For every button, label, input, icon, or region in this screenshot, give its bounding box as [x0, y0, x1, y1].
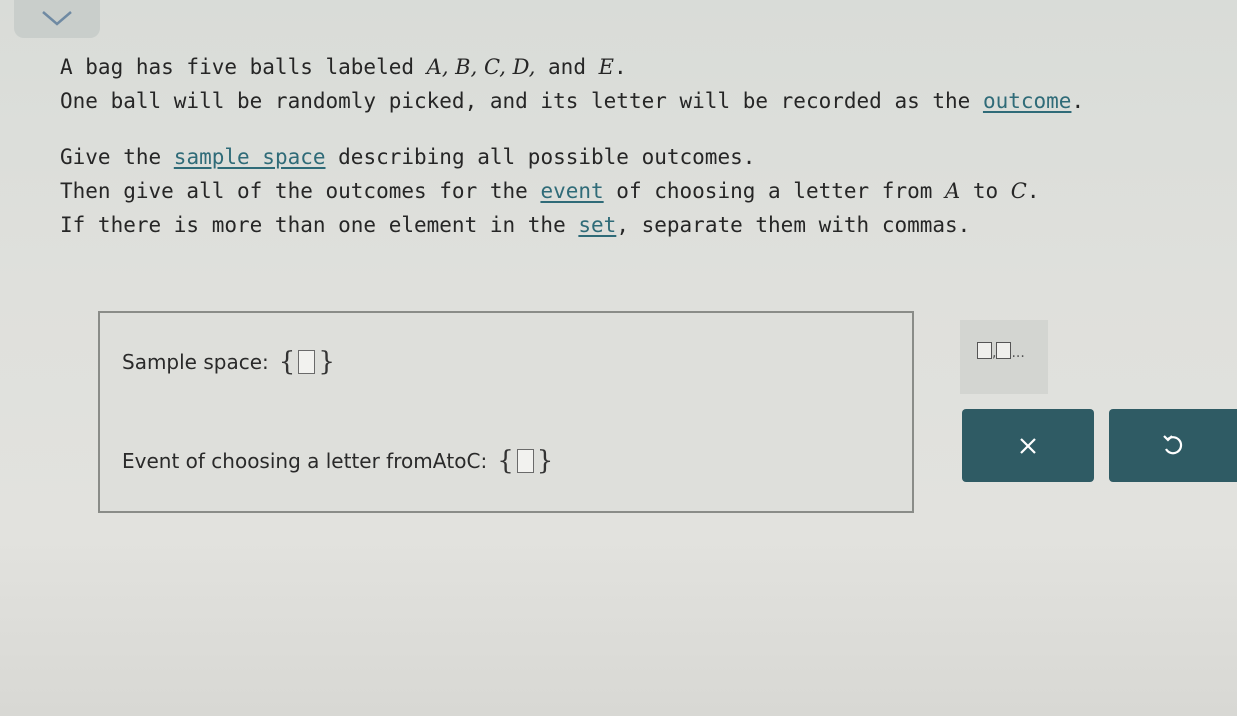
event-glossary-link[interactable]: event: [540, 179, 603, 203]
event-row: Event of choosing a letter from A to C :…: [122, 446, 554, 476]
sample-space-label: Sample space:: [122, 350, 269, 374]
undo-icon: [1163, 434, 1183, 454]
sample-space-input[interactable]: {}: [279, 347, 335, 377]
collapse-toggle[interactable]: [14, 0, 100, 38]
sample-space-slot[interactable]: [298, 350, 316, 374]
sample-space-row: Sample space: {}: [122, 347, 335, 377]
event-input[interactable]: {}: [497, 446, 553, 476]
event-slot[interactable]: [516, 449, 534, 473]
problem-line-1: A bag has five balls labeled A, B, C, D,…: [60, 55, 627, 79]
undo-button[interactable]: [1109, 409, 1237, 482]
set-glossary-link[interactable]: set: [578, 213, 616, 237]
problem-statement: A bag has five balls labeled A, B, C, D,…: [60, 50, 1085, 242]
set-template-button[interactable]: ,...: [960, 320, 1048, 394]
problem-line-2: One ball will be randomly picked, and it…: [60, 89, 1085, 113]
problem-line-5: If there is more than one element in the…: [60, 213, 971, 237]
clear-button[interactable]: [962, 409, 1094, 482]
problem-line-4: Then give all of the outcomes for the ev…: [60, 179, 1040, 203]
answer-panel: Sample space: {} Event of choosing a let…: [98, 311, 914, 513]
sample-space-glossary-link[interactable]: sample space: [174, 145, 326, 169]
outcome-glossary-link[interactable]: outcome: [983, 89, 1072, 113]
chevron-down-icon: [42, 11, 72, 26]
problem-line-3: Give the sample space describing all pos…: [60, 145, 756, 169]
close-icon: [1020, 437, 1036, 454]
set-template-icon: ,...: [977, 342, 1025, 360]
